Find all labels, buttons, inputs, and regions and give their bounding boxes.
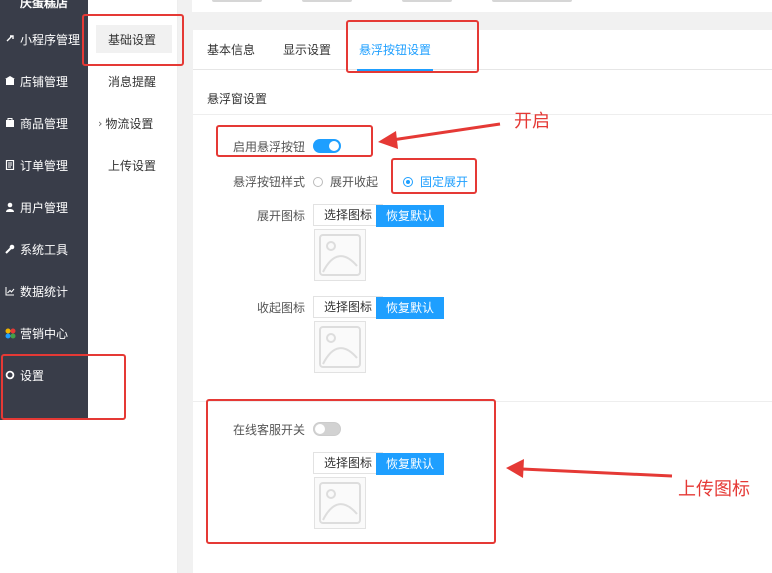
annotation-open-note: 开启 [514, 111, 550, 132]
annotation-arrows [378, 122, 673, 478]
annotation-upload-note: 上传图标 [678, 479, 750, 500]
